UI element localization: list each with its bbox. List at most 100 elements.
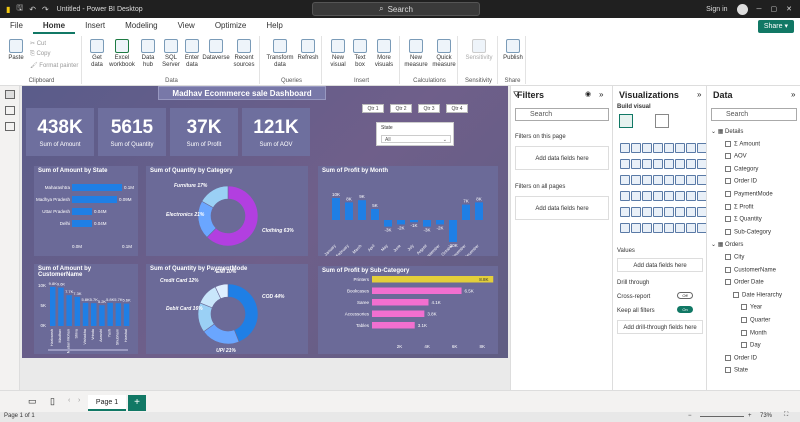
visual-type-icon[interactable]: [642, 159, 652, 169]
state-slicer[interactable]: State All ⌄: [376, 122, 454, 146]
visual-type-icon[interactable]: [631, 207, 641, 217]
collapse-icon[interactable]: »: [697, 90, 701, 99]
field-item[interactable]: Quarter: [741, 317, 770, 324]
visual-type-icon[interactable]: [686, 207, 696, 217]
visual-type-icon[interactable]: [675, 191, 685, 201]
visual-type-icon[interactable]: [686, 143, 696, 153]
visual-type-icon[interactable]: [631, 191, 641, 201]
visual-type-icon[interactable]: [664, 175, 674, 185]
avatar[interactable]: [736, 3, 748, 15]
checkbox[interactable]: [725, 140, 731, 147]
visual-type-icon[interactable]: [675, 143, 685, 153]
qtr-slicer-1[interactable]: Qtr 1: [362, 104, 384, 113]
checkbox[interactable]: [725, 254, 731, 260]
new-visual-button[interactable]: New visual: [326, 39, 350, 69]
page-tab[interactable]: Page 1: [88, 395, 126, 411]
visual-type-icon[interactable]: [631, 223, 641, 233]
visual-type-icon[interactable]: [686, 175, 696, 185]
paste-button[interactable]: Paste: [6, 39, 26, 62]
build-visual-icon[interactable]: [619, 114, 633, 128]
checkbox[interactable]: [725, 203, 731, 210]
dataverse-button[interactable]: Dataverse: [202, 39, 230, 62]
visual-type-icon[interactable]: [653, 143, 663, 153]
visual-type-icon[interactable]: [642, 223, 652, 233]
sql-server-button[interactable]: SQL Server: [160, 39, 182, 69]
visual-type-icon[interactable]: [620, 159, 630, 169]
sign-in-link[interactable]: Sign in: [706, 6, 727, 13]
table-details[interactable]: ⌄ ▦ Details: [711, 128, 743, 135]
tab-view[interactable]: View: [168, 18, 205, 34]
checkbox[interactable]: [741, 342, 747, 349]
visual-type-icon[interactable]: [620, 207, 630, 217]
field-item[interactable]: Σ Quantity: [725, 216, 762, 223]
visual-type-icon[interactable]: [620, 175, 630, 185]
qty-by-category-visual[interactable]: Sum of Quantity by Category Clothing 63%…: [146, 166, 308, 256]
qtr-slicer-4[interactable]: Qtr 4: [446, 104, 468, 113]
visual-type-icon[interactable]: [686, 191, 696, 201]
field-item[interactable]: Order ID: [725, 178, 757, 185]
profit-by-month-visual[interactable]: Sum of Profit by Month 10K January 8K Febru…: [318, 166, 498, 256]
checkbox[interactable]: [725, 153, 731, 160]
all-pages-filter-drop[interactable]: Add data fields here: [515, 196, 609, 220]
copy-button[interactable]: ⎘ Copy: [30, 51, 50, 58]
visual-type-icon[interactable]: [642, 191, 652, 201]
collapse-icon[interactable]: »: [791, 90, 795, 99]
qtr-slicer-3[interactable]: Qtr 3: [418, 104, 440, 113]
minimize-icon[interactable]: ─: [757, 6, 762, 13]
undo-icon[interactable]: ↶: [29, 5, 36, 14]
field-item[interactable]: Month: [741, 329, 767, 336]
data-search-input[interactable]: Search: [711, 108, 797, 121]
publish-button[interactable]: Publish: [501, 39, 525, 62]
tab-help[interactable]: Help: [256, 18, 292, 34]
redo-icon[interactable]: ↷: [42, 5, 49, 14]
visual-type-icon[interactable]: [664, 159, 674, 169]
close-icon[interactable]: ✕: [786, 5, 792, 13]
visual-type-icon[interactable]: [631, 175, 641, 185]
desktop-layout-icon[interactable]: ▭: [28, 396, 37, 407]
cut-button[interactable]: ✂ Cut: [30, 40, 46, 47]
qtr-slicer-2[interactable]: Qtr 2: [390, 104, 412, 113]
table-view-icon[interactable]: [4, 106, 15, 115]
checkbox[interactable]: [725, 354, 731, 361]
format-visual-icon[interactable]: [655, 114, 669, 128]
field-item[interactable]: PaymentMode: [725, 191, 773, 198]
visual-type-icon[interactable]: [620, 143, 630, 153]
checkbox[interactable]: [725, 191, 731, 197]
field-item[interactable]: City: [725, 254, 744, 261]
field-item[interactable]: Date Hierarchy: [733, 291, 782, 298]
field-item[interactable]: Sub-Category: [725, 228, 771, 235]
share-button[interactable]: Share ▾: [757, 20, 794, 33]
mobile-layout-icon[interactable]: ▯: [50, 396, 55, 407]
visual-type-icon[interactable]: [620, 223, 630, 233]
visual-type-icon[interactable]: [631, 143, 641, 153]
field-item[interactable]: Σ Amount: [725, 140, 760, 147]
collapse-icon[interactable]: »: [599, 90, 603, 99]
field-item[interactable]: State: [725, 367, 748, 374]
checkbox[interactable]: [741, 317, 747, 323]
visual-type-icon[interactable]: [675, 223, 685, 233]
transform-data-button[interactable]: Transform data: [264, 39, 296, 69]
save-icon[interactable]: 🖫: [16, 2, 23, 16]
tab-modeling[interactable]: Modeling: [115, 18, 167, 34]
text-box-button[interactable]: Text box: [350, 39, 370, 69]
recent-sources-button[interactable]: Recent sources: [230, 39, 258, 69]
field-item[interactable]: Year: [741, 304, 762, 311]
zoom-slider[interactable]: [700, 416, 744, 417]
zoom-in-icon[interactable]: +: [748, 413, 752, 419]
maximize-icon[interactable]: ▢: [771, 5, 778, 13]
visual-type-icon[interactable]: [631, 159, 641, 169]
excel-workbook-button[interactable]: Excel workbook: [108, 39, 136, 69]
visual-type-icon[interactable]: [675, 159, 685, 169]
next-page-icon[interactable]: ›: [78, 397, 80, 404]
table-orders[interactable]: ⌄ ▦ Orders: [711, 241, 743, 248]
tab-optimize[interactable]: Optimize: [205, 18, 257, 34]
field-item[interactable]: AOV: [725, 153, 747, 160]
tab-file[interactable]: File: [0, 18, 33, 34]
search-input[interactable]: ⌕ Search: [312, 2, 480, 16]
visual-type-icon[interactable]: [653, 207, 663, 217]
checkbox[interactable]: [725, 216, 731, 223]
visual-type-icon[interactable]: [653, 159, 663, 169]
data-hub-button[interactable]: Data hub: [136, 39, 160, 69]
tab-home[interactable]: Home: [32, 18, 76, 34]
visual-type-icon[interactable]: [664, 207, 674, 217]
